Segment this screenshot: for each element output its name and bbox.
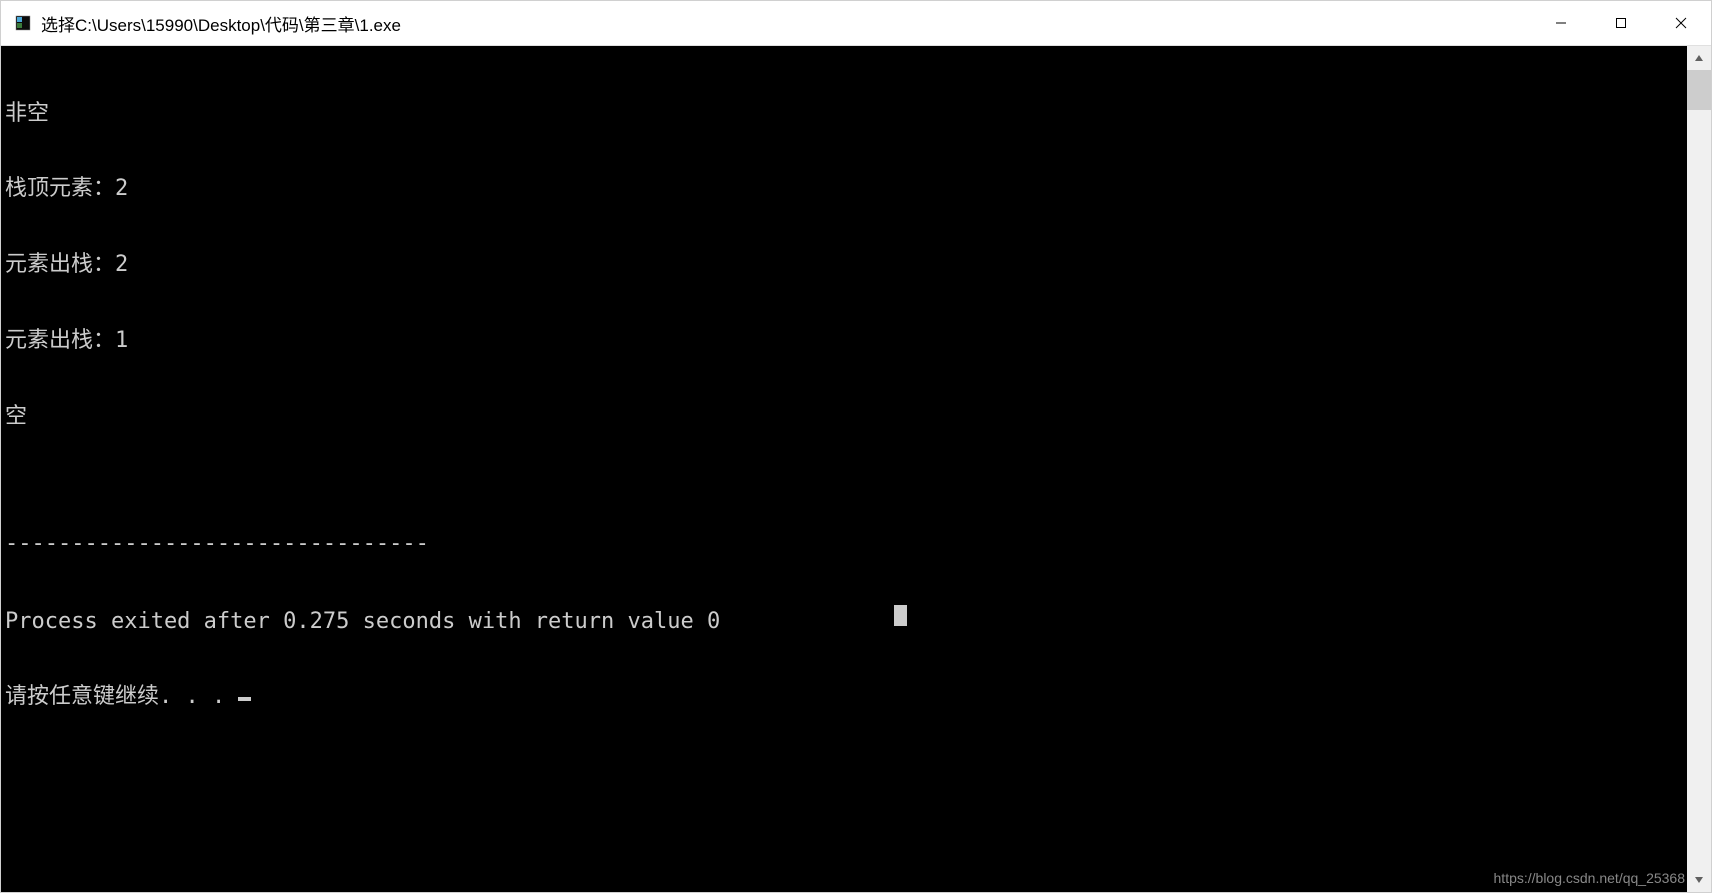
vertical-scrollbar[interactable] — [1687, 46, 1711, 892]
console-line: 非空 — [5, 101, 1687, 126]
console-line: 元素出栈：2 — [5, 252, 1687, 277]
console-line: -------------------------------- — [5, 531, 1687, 556]
scrollbar-track[interactable] — [1687, 70, 1711, 868]
window-title: 选择C:\Users\15990\Desktop\代码\第三章\1.exe — [41, 11, 1531, 36]
scroll-up-button[interactable] — [1687, 46, 1711, 70]
close-button[interactable] — [1651, 1, 1711, 45]
titlebar[interactable]: 选择C:\Users\15990\Desktop\代码\第三章\1.exe — [1, 1, 1711, 46]
scroll-down-button[interactable] — [1687, 868, 1711, 892]
maximize-button[interactable] — [1591, 1, 1651, 45]
console-window: 选择C:\Users\15990\Desktop\代码\第三章\1.exe 非空… — [0, 0, 1712, 893]
console-line: 元素出栈：1 — [5, 328, 1687, 353]
window-controls — [1531, 1, 1711, 45]
text-cursor-icon — [238, 697, 251, 701]
scrollbar-thumb[interactable] — [1687, 70, 1711, 110]
app-icon — [13, 13, 33, 33]
console-line: 空 — [5, 404, 1687, 429]
minimize-button[interactable] — [1531, 1, 1591, 45]
selection-cursor-icon — [894, 605, 907, 626]
console-line: 请按任意键继续. . . — [5, 684, 1687, 709]
console-line: Process exited after 0.275 seconds with … — [5, 607, 1687, 634]
console-line: 栈顶元素：2 — [5, 176, 1687, 201]
content-area: 非空 栈顶元素：2 元素出栈：2 元素出栈：1 空 --------------… — [1, 46, 1711, 892]
console-output[interactable]: 非空 栈顶元素：2 元素出栈：2 元素出栈：1 空 --------------… — [1, 46, 1687, 892]
